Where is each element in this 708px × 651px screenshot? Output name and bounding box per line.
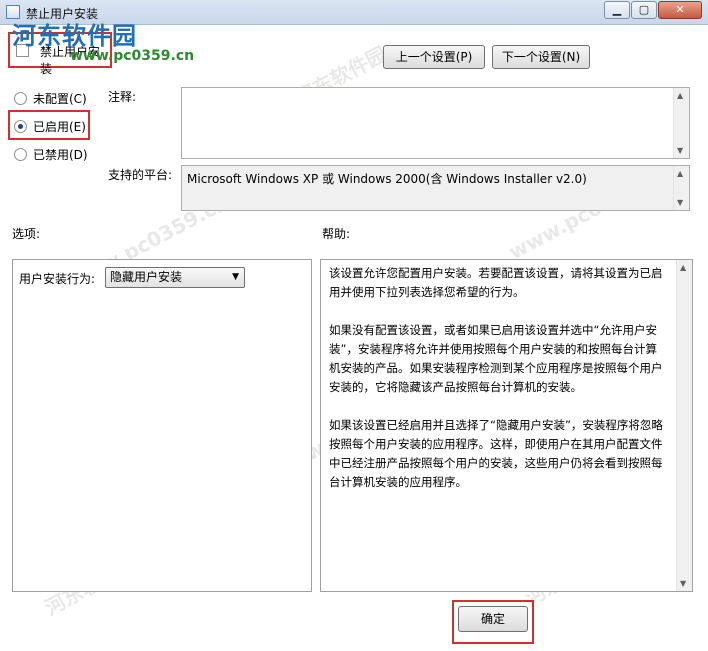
select-value: 隐藏用户安装 xyxy=(110,270,183,284)
platform-field: Microsoft Windows XP 或 Windows 2000(含 Wi… xyxy=(181,165,690,211)
scroll-down-icon[interactable]: ▼ xyxy=(677,146,683,155)
scroll-up-icon[interactable]: ▲ xyxy=(677,91,683,100)
ok-button[interactable]: 确定 xyxy=(458,606,528,632)
help-paragraph: 如果没有配置该设置，或者如果已启用该设置并选中“允许用户安装”，安装程序将允许并… xyxy=(329,323,663,394)
radio-disabled-circle[interactable] xyxy=(14,147,27,161)
scroll-down-icon[interactable]: ▼ xyxy=(677,198,683,207)
radio-disabled[interactable]: 已禁用(D) xyxy=(14,145,88,163)
platform-scrollbar[interactable]: ▲ ▼ xyxy=(673,166,689,210)
policy-name-box: 禁止用户安装 xyxy=(8,32,112,76)
user-install-behavior-select[interactable]: 隐藏用户安装 ▼ xyxy=(105,267,245,288)
next-setting-button[interactable]: 下一个设置(N) xyxy=(492,45,590,69)
options-label: 选项: xyxy=(12,227,41,241)
scroll-down-icon[interactable]: ▼ xyxy=(680,579,686,588)
scroll-up-icon[interactable]: ▲ xyxy=(677,169,683,178)
radio-disabled-label: 已禁用(D) xyxy=(33,147,88,162)
help-scrollbar[interactable]: ▲ ▼ xyxy=(676,260,692,591)
help-panel: 该设置允许您配置用户安装。若要配置该设置，请将其设置为已启用并使用下拉列表选择您… xyxy=(320,259,693,592)
comment-scrollbar[interactable]: ▲ ▼ xyxy=(673,88,689,158)
minimize-button[interactable]: ▁ xyxy=(604,1,630,19)
radio-not-configured[interactable]: 未配置(C) xyxy=(14,89,87,107)
user-install-behavior-label: 用户安装行为: xyxy=(19,272,96,286)
window-title: 禁止用户安装 xyxy=(26,7,99,21)
radio-enabled-label: 已启用(E) xyxy=(33,119,86,134)
close-button[interactable]: ✕ xyxy=(658,1,702,19)
window-controls: ▁ ▢ ✕ xyxy=(603,1,702,19)
title-bar[interactable]: 禁止用户安装 ▁ ▢ ✕ xyxy=(0,0,708,25)
policy-icon xyxy=(16,44,29,57)
radio-enabled-circle[interactable] xyxy=(14,119,27,133)
radio-not-configured-circle[interactable] xyxy=(14,91,27,105)
platform-value: Microsoft Windows XP 或 Windows 2000(含 Wi… xyxy=(187,172,587,186)
radio-not-configured-label: 未配置(C) xyxy=(33,91,87,106)
policy-name: 禁止用户安装 xyxy=(40,45,101,76)
chevron-down-icon: ▼ xyxy=(232,272,239,282)
help-text: 该设置允许您配置用户安装。若要配置该设置，请将其设置为已启用并使用下拉列表选择您… xyxy=(329,264,667,511)
comment-label: 注释: xyxy=(108,90,137,104)
options-panel: 用户安装行为: 隐藏用户安装 ▼ xyxy=(12,259,312,592)
comment-textarea[interactable]: ▲ ▼ xyxy=(181,87,690,159)
prev-setting-button[interactable]: 上一个设置(P) xyxy=(383,45,485,69)
maximize-button[interactable]: ▢ xyxy=(631,1,657,19)
policy-window-icon xyxy=(6,5,20,19)
help-label: 帮助: xyxy=(322,227,351,241)
help-paragraph: 如果该设置已经启用并且选择了“隐藏用户安装”，安装程序将忽略按照每个用户安装的应… xyxy=(329,418,663,489)
help-paragraph: 该设置允许您配置用户安装。若要配置该设置，请将其设置为已启用并使用下拉列表选择您… xyxy=(329,266,663,299)
scroll-up-icon[interactable]: ▲ xyxy=(680,263,686,272)
platform-label: 支持的平台: xyxy=(108,168,173,182)
radio-enabled[interactable]: 已启用(E) xyxy=(14,117,86,135)
